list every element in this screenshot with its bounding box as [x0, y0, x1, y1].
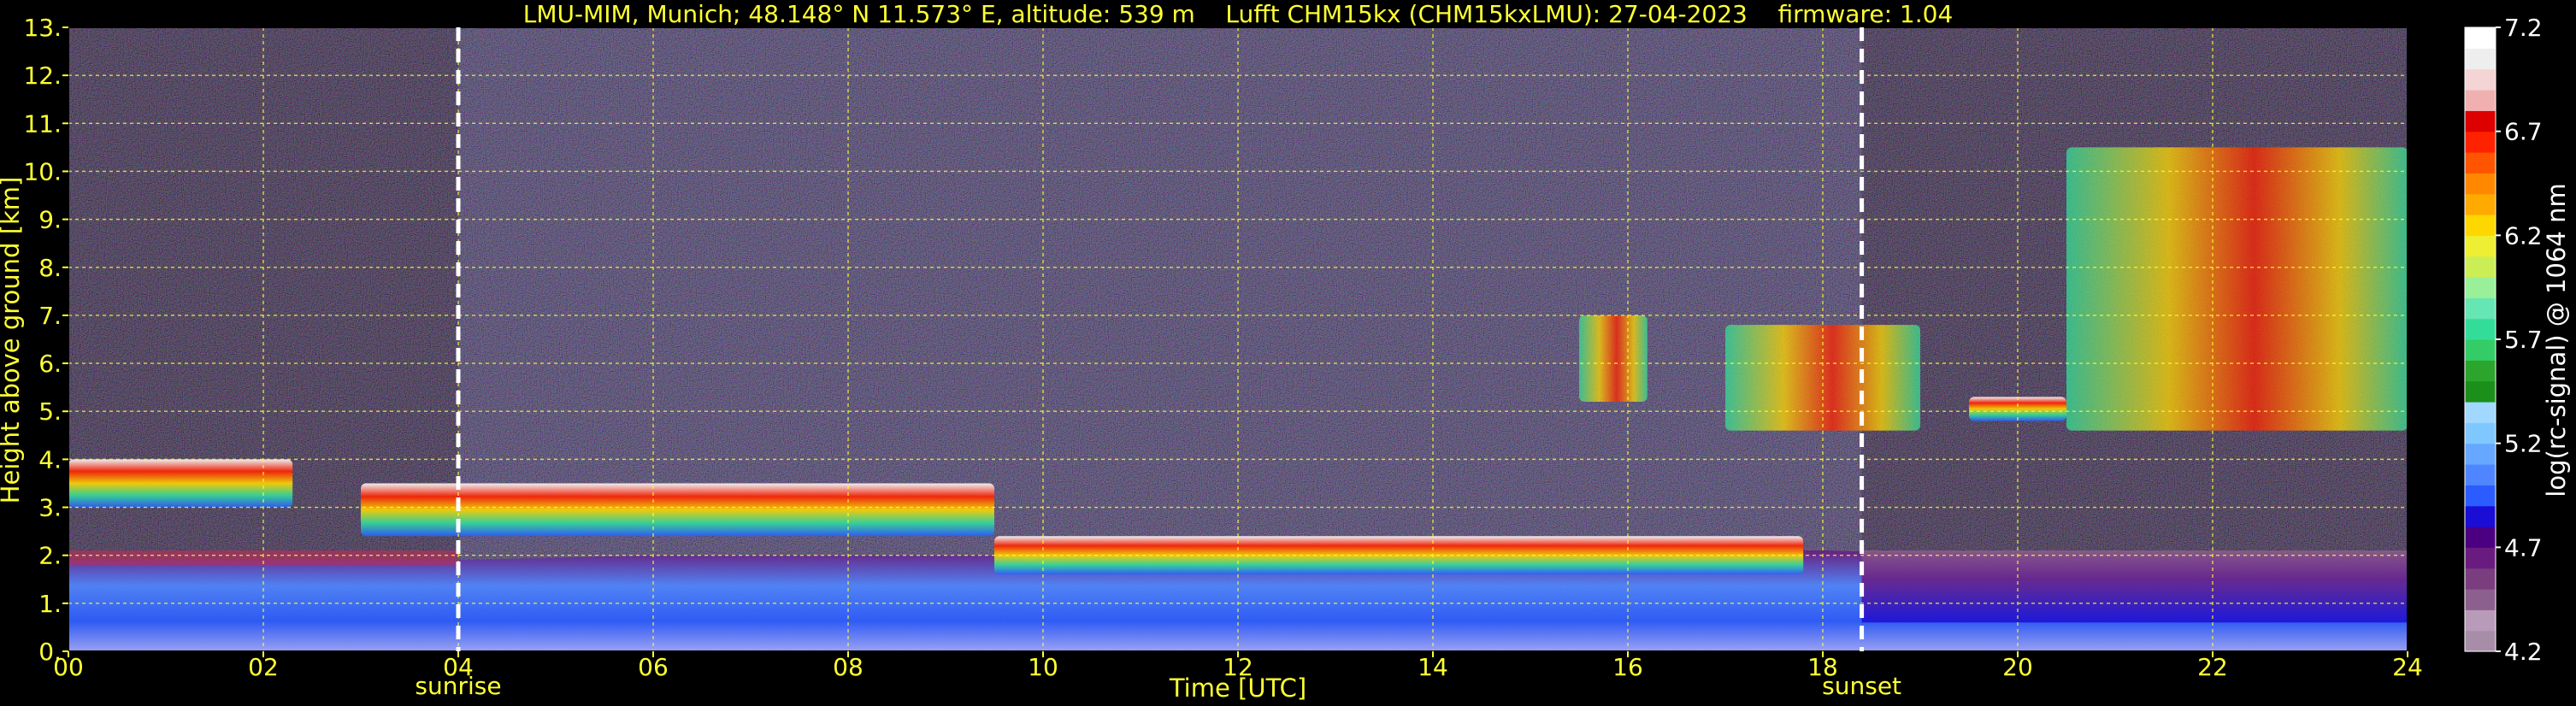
- colorbar-swatch: [2465, 505, 2496, 527]
- cloud-layer-6: [2066, 147, 2408, 431]
- cloud-layer-1: [361, 483, 994, 537]
- colorbar-tick-label: 7.2: [2504, 14, 2543, 42]
- x-axis-label: Time [UTC]: [1169, 674, 1306, 703]
- colorbar-tick-label: 6.7: [2504, 118, 2543, 146]
- colorbar-swatch: [2465, 360, 2496, 382]
- x-tick-label: 24: [2392, 653, 2423, 681]
- sunset-label: sunset: [1822, 672, 1901, 700]
- y-axis: 0.1.2.3.4.5.6.7.8.9.10.11.12.13.: [23, 14, 68, 666]
- colorbar-label: log(rc-signal) @ 1064 nm: [2542, 183, 2571, 497]
- night-aerosol-layer: [1861, 550, 2408, 623]
- colorbar-swatch: [2465, 464, 2496, 485]
- colorbar-swatch: [2465, 568, 2496, 590]
- colorbar-tick-label: 5.7: [2504, 326, 2543, 354]
- cloud-layer-0: [68, 459, 293, 508]
- colorbar-tick-label: 4.7: [2504, 533, 2543, 562]
- y-tick-label: 12.: [23, 62, 62, 90]
- y-tick-label: 5.: [38, 397, 62, 426]
- y-tick-label: 10.: [23, 157, 62, 185]
- colorbar-swatch: [2465, 277, 2496, 298]
- y-axis-label: Height above ground [km]: [0, 177, 25, 504]
- x-tick-label: 22: [2197, 653, 2228, 681]
- colorbar-swatch: [2465, 485, 2496, 507]
- colorbar-swatch: [2465, 235, 2496, 257]
- colorbar-swatch: [2465, 339, 2496, 361]
- x-tick-label: 00: [53, 653, 84, 681]
- colorbar-swatch: [2465, 630, 2496, 652]
- colorbar: 4.2 4.7 5.2 5.7 6.2 6.7 7.2: [2464, 14, 2543, 666]
- y-tick-label: 4.: [38, 445, 62, 474]
- heatmap: [68, 27, 2408, 651]
- colorbar-swatch: [2465, 152, 2496, 174]
- sunrise-label: sunrise: [415, 672, 501, 700]
- colorbar-swatch: [2465, 527, 2496, 548]
- colorbar-swatch: [2465, 380, 2496, 403]
- colorbar-swatch: [2465, 547, 2496, 569]
- x-tick-label: 02: [248, 653, 279, 681]
- y-tick-label: 13.: [23, 14, 62, 42]
- x-tick-label: 08: [833, 653, 864, 681]
- colorbar-swatch: [2465, 68, 2496, 91]
- colorbar-swatch: [2465, 256, 2496, 278]
- colorbar-swatch: [2465, 27, 2496, 49]
- colorbar-swatch: [2465, 609, 2496, 632]
- x-tick-label: 06: [638, 653, 669, 681]
- lidar-chart: LMU-MIM, Munich; 48.148° N 11.573° E, al…: [0, 0, 2571, 703]
- colorbar-swatch: [2465, 193, 2496, 215]
- colorbar-swatch: [2465, 443, 2496, 465]
- cloud-layer-3: [1579, 315, 1648, 402]
- y-tick-label: 9.: [38, 206, 62, 234]
- colorbar-swatch: [2465, 402, 2496, 423]
- colorbar-swatch: [2465, 48, 2496, 70]
- colorbar-tick-label: 4.2: [2504, 638, 2543, 666]
- colorbar-swatch: [2465, 110, 2496, 132]
- colorbar-swatch: [2465, 589, 2496, 610]
- colorbar-swatch: [2465, 90, 2496, 111]
- colorbar-swatch: [2465, 422, 2496, 444]
- x-tick-label: 10: [1028, 653, 1058, 681]
- colorbar-swatch: [2465, 131, 2496, 153]
- colorbar-swatch: [2465, 173, 2496, 195]
- x-tick-label: 20: [2002, 653, 2033, 681]
- x-tick-label: 14: [1418, 653, 1448, 681]
- y-tick-label: 6.: [38, 350, 62, 378]
- y-tick-label: 8.: [38, 254, 62, 282]
- plot-area: [68, 26, 2408, 652]
- colorbar-tick-label: 6.2: [2504, 221, 2543, 250]
- chart-title: LMU-MIM, Munich; 48.148° N 11.573° E, al…: [523, 0, 1954, 28]
- x-tick-label: 16: [1612, 653, 1643, 681]
- y-tick-label: 7.: [38, 302, 62, 330]
- colorbar-swatch: [2465, 297, 2496, 320]
- colorbar-swatch: [2465, 318, 2496, 340]
- y-tick-label: 11.: [23, 109, 62, 138]
- colorbar-tick-label: 5.2: [2504, 430, 2543, 458]
- colorbar-swatch: [2465, 215, 2496, 236]
- y-tick-label: 3.: [38, 494, 62, 522]
- y-tick-label: 1.: [38, 590, 62, 618]
- y-tick-label: 2.: [38, 542, 62, 570]
